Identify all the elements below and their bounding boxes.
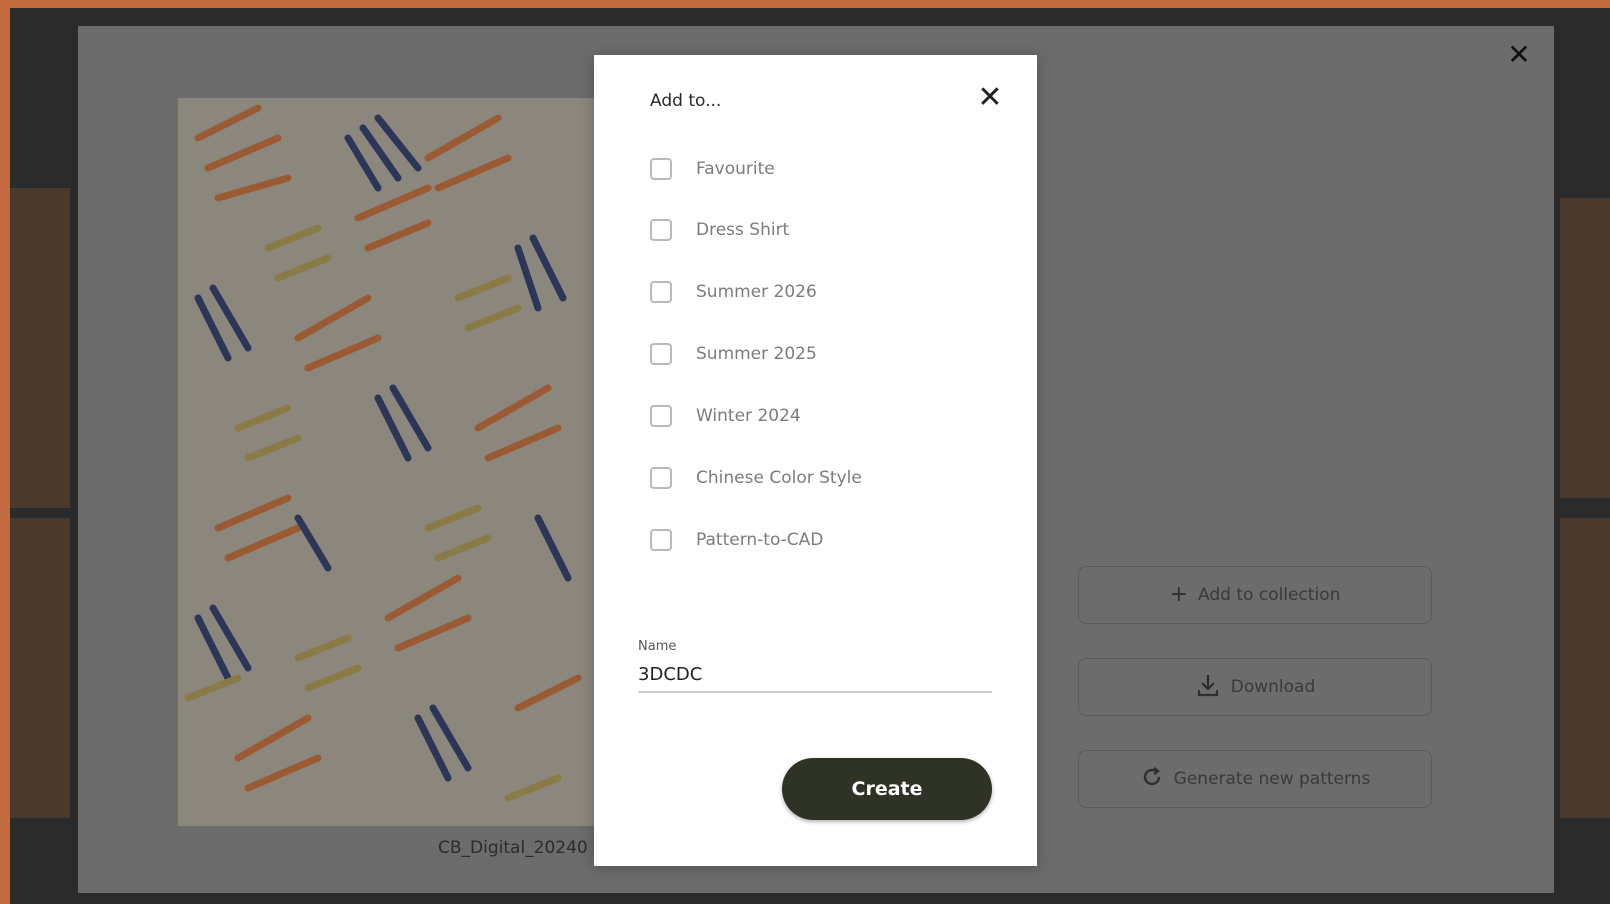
create-button[interactable]: Create <box>782 758 992 820</box>
add-to-dialog: Add to... ✕ Favourite Dress Shirt Summer… <box>594 55 1037 866</box>
checkbox[interactable] <box>650 219 672 241</box>
checkbox[interactable] <box>650 529 672 551</box>
download-icon <box>1195 672 1221 703</box>
option-winter-2024[interactable]: Winter 2024 <box>650 401 801 431</box>
option-pattern-to-cad[interactable]: Pattern-to-CAD <box>650 525 823 555</box>
dialog-title: Add to... <box>650 91 722 111</box>
option-label: Summer 2026 <box>696 282 817 302</box>
checkbox[interactable] <box>650 343 672 365</box>
generate-new-patterns-button[interactable]: Generate new patterns <box>1078 750 1432 808</box>
download-button[interactable]: Download <box>1078 658 1432 716</box>
background-thumbnail <box>10 188 70 508</box>
checkbox[interactable] <box>650 158 672 180</box>
option-label: Favourite <box>696 159 775 179</box>
pattern-filename: CB_Digital_20240 <box>438 838 588 858</box>
refresh-icon <box>1140 765 1164 794</box>
app-background: ✕ CB_Digital_20240 + Add to collection D… <box>10 8 1610 904</box>
download-label: Download <box>1230 677 1316 697</box>
option-label: Summer 2025 <box>696 344 817 364</box>
background-thumbnail <box>1560 198 1610 498</box>
generate-new-patterns-label: Generate new patterns <box>1173 769 1371 789</box>
add-to-collection-label: Add to collection <box>1198 585 1341 605</box>
option-label: Winter 2024 <box>696 406 801 426</box>
option-dress-shirt[interactable]: Dress Shirt <box>650 215 789 245</box>
plus-icon: + <box>1169 582 1189 607</box>
option-summer-2026[interactable]: Summer 2026 <box>650 277 817 307</box>
name-field-label: Name <box>638 639 677 654</box>
checkbox[interactable] <box>650 281 672 303</box>
background-thumbnail <box>1560 518 1610 818</box>
name-input[interactable] <box>638 657 992 693</box>
pattern-preview-image <box>178 98 598 826</box>
background-thumbnail <box>10 518 70 818</box>
viewer-close-icon[interactable]: ✕ <box>1504 40 1534 70</box>
add-to-collection-button[interactable]: + Add to collection <box>1078 566 1432 624</box>
checkbox[interactable] <box>650 405 672 427</box>
option-label: Dress Shirt <box>696 220 790 240</box>
option-label: Chinese Color Style <box>696 468 862 488</box>
option-favourite[interactable]: Favourite <box>650 154 775 184</box>
dialog-close-icon[interactable]: ✕ <box>973 81 1007 115</box>
option-chinese-color-style[interactable]: Chinese Color Style <box>650 463 862 493</box>
option-summer-2025[interactable]: Summer 2025 <box>650 339 817 369</box>
checkbox[interactable] <box>650 467 672 489</box>
option-label: Pattern-to-CAD <box>696 530 824 550</box>
